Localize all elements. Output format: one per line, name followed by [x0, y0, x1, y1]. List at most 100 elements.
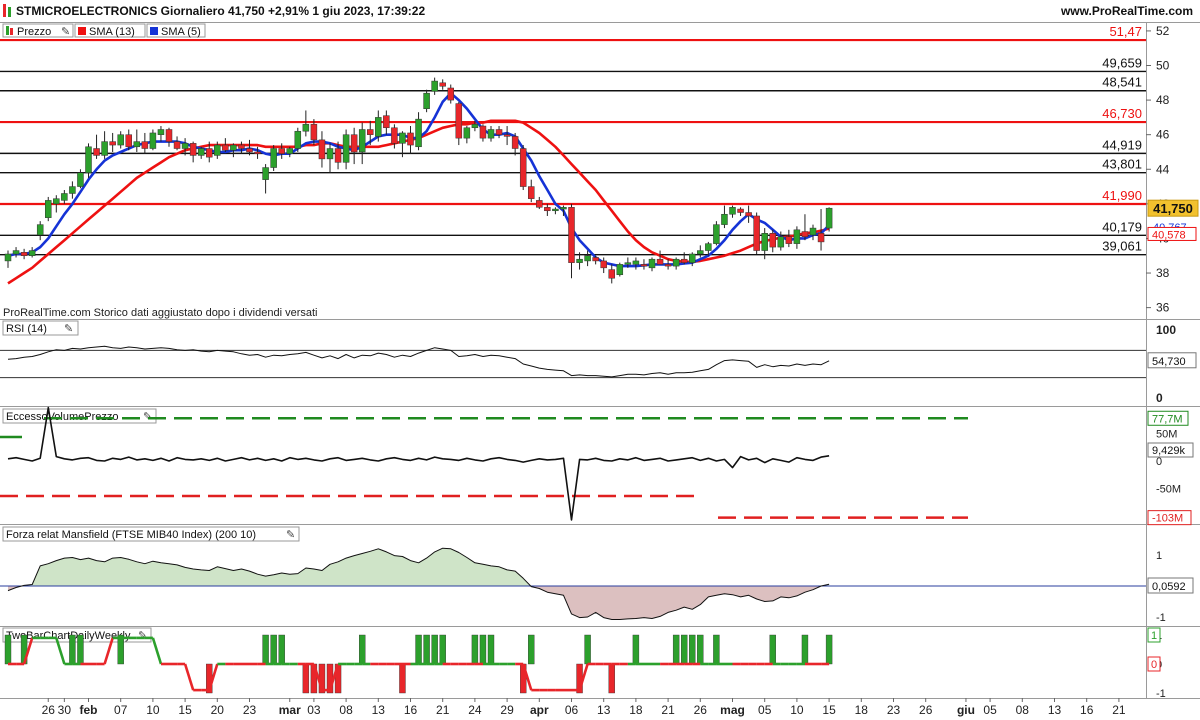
legend-label: SMA (5)	[161, 26, 201, 38]
twobar-body: TwoBarChartDailyWeekly✎10-110	[2, 627, 1166, 700]
candle-body	[632, 260, 640, 265]
candle-body	[61, 193, 68, 201]
candle-body	[584, 255, 591, 262]
twobar-signal-segment	[183, 663, 195, 691]
candle-body	[592, 257, 599, 262]
x-tick-label: 26	[694, 703, 708, 717]
candle-body	[117, 134, 124, 146]
candle-body	[157, 129, 165, 135]
rsi-tick-label: 0	[1156, 391, 1163, 405]
x-tick-label: 21	[1112, 703, 1126, 717]
last-price-label: 41,750	[1153, 201, 1193, 216]
candle-body	[36, 224, 44, 236]
candle-body	[358, 129, 366, 153]
twobar-up-bar	[278, 634, 285, 665]
wrench-icon: ✎	[61, 26, 70, 38]
candle-body	[45, 200, 52, 218]
candle-body	[777, 236, 785, 248]
x-tick-label: 13	[597, 703, 611, 717]
x-tick-label: 03	[307, 703, 321, 717]
candle-body	[20, 252, 28, 256]
twobar-up-bar	[681, 634, 688, 665]
volume-upper-label: 77,7M	[1152, 413, 1183, 425]
chart-canvas: STMICROELECTRONICS Giornaliero 41,750 +2…	[0, 0, 1200, 717]
legend-candle-mark	[10, 28, 13, 35]
wrench-icon: ✎	[286, 529, 295, 541]
x-tick-label: 05	[758, 703, 772, 717]
candle-body	[53, 198, 60, 205]
website-label[interactable]: www.ProRealTime.com	[1060, 4, 1193, 18]
candle-body	[173, 141, 181, 149]
candle-body	[101, 141, 108, 156]
rsi-tick-label: 100	[1156, 323, 1176, 337]
mansfield-title: Forza relat Mansfield (FTSE MIB40 Index)…	[6, 529, 256, 541]
candle-body	[705, 243, 712, 251]
twobar-up-bar	[69, 634, 76, 665]
candle-body	[375, 117, 382, 137]
x-tick-label: 10	[790, 703, 804, 717]
candle-body	[238, 144, 245, 149]
level-label: 46,730	[1102, 106, 1142, 121]
volume-tick-label: -50M	[1156, 484, 1181, 496]
candle-body	[737, 208, 744, 213]
candle-body	[495, 129, 503, 135]
x-tick-label: 05	[983, 703, 997, 717]
volume-tick-label: 50M	[1156, 429, 1177, 441]
twobar-up-bar	[672, 634, 680, 665]
candle-body	[4, 253, 12, 262]
candle-body	[753, 215, 760, 251]
x-tick-label: 30	[58, 703, 72, 717]
level-label: 49,659	[1102, 55, 1142, 70]
y-tick-label: 50	[1156, 59, 1170, 73]
candle-body	[664, 264, 672, 267]
twobar-down-bar	[608, 663, 615, 694]
twobar-up-bar	[415, 634, 422, 665]
candle-body	[165, 129, 173, 142]
wrench-icon: ✎	[138, 630, 147, 642]
candle-body	[383, 115, 390, 129]
candle-icon	[6, 26, 9, 35]
x-tick-label: 18	[629, 703, 643, 717]
candle-body	[230, 144, 237, 151]
price-legend: Prezzo ✎ SMA (13) SMA (5)	[2, 23, 206, 38]
x-tick-label: 29	[500, 703, 514, 717]
level-label: 39,061	[1102, 239, 1142, 254]
sma13-last-label: 40,578	[1152, 229, 1186, 241]
candle-body	[181, 143, 189, 149]
price-axis: 52504846444240383641,75040,76740,578	[1146, 24, 1199, 315]
legend-swatch	[150, 27, 158, 35]
candle-body	[528, 186, 535, 199]
y-tick-label: 48	[1156, 93, 1170, 107]
x-axis: 26 30 feb 07 10 15 20 23 mar 03 08 13 16 21 24 29 apr 06 1…	[42, 698, 1126, 717]
candle-body	[431, 80, 438, 92]
x-tick-label: 26	[919, 703, 933, 717]
x-tick-label: apr	[530, 703, 549, 717]
y-tick-label: 52	[1156, 24, 1170, 38]
x-tick-label: 08	[339, 703, 353, 717]
level-label: 51,47	[1109, 24, 1142, 39]
x-tick-label: 20	[211, 703, 225, 717]
candle-body	[576, 258, 583, 263]
candle-body	[415, 118, 422, 148]
mansfield-tick-label: -1	[1156, 612, 1166, 624]
twobar-up-bar	[4, 634, 12, 665]
mansfield-negative-area	[8, 586, 830, 620]
rsi-last-label: 54,730	[1152, 356, 1186, 368]
candle-body	[133, 141, 141, 148]
twobar-up-bar	[439, 634, 446, 665]
twobar-up-bar	[801, 634, 809, 665]
candle-body	[342, 134, 350, 163]
candle-body	[656, 258, 664, 265]
candle-body	[729, 207, 736, 215]
candle-body	[672, 258, 680, 267]
candle-body	[689, 253, 696, 263]
twobar-down-bar	[399, 663, 406, 694]
candle-body	[463, 127, 471, 139]
x-tick-label: 07	[114, 703, 128, 717]
candle-body	[294, 130, 302, 149]
twobar-panel: TwoBarChartDailyWeekly✎10-110	[2, 627, 1166, 700]
candle-body	[697, 250, 704, 255]
candle-body	[503, 134, 511, 137]
candle-body	[801, 231, 809, 237]
rsi-title: RSI (14)	[6, 323, 47, 335]
